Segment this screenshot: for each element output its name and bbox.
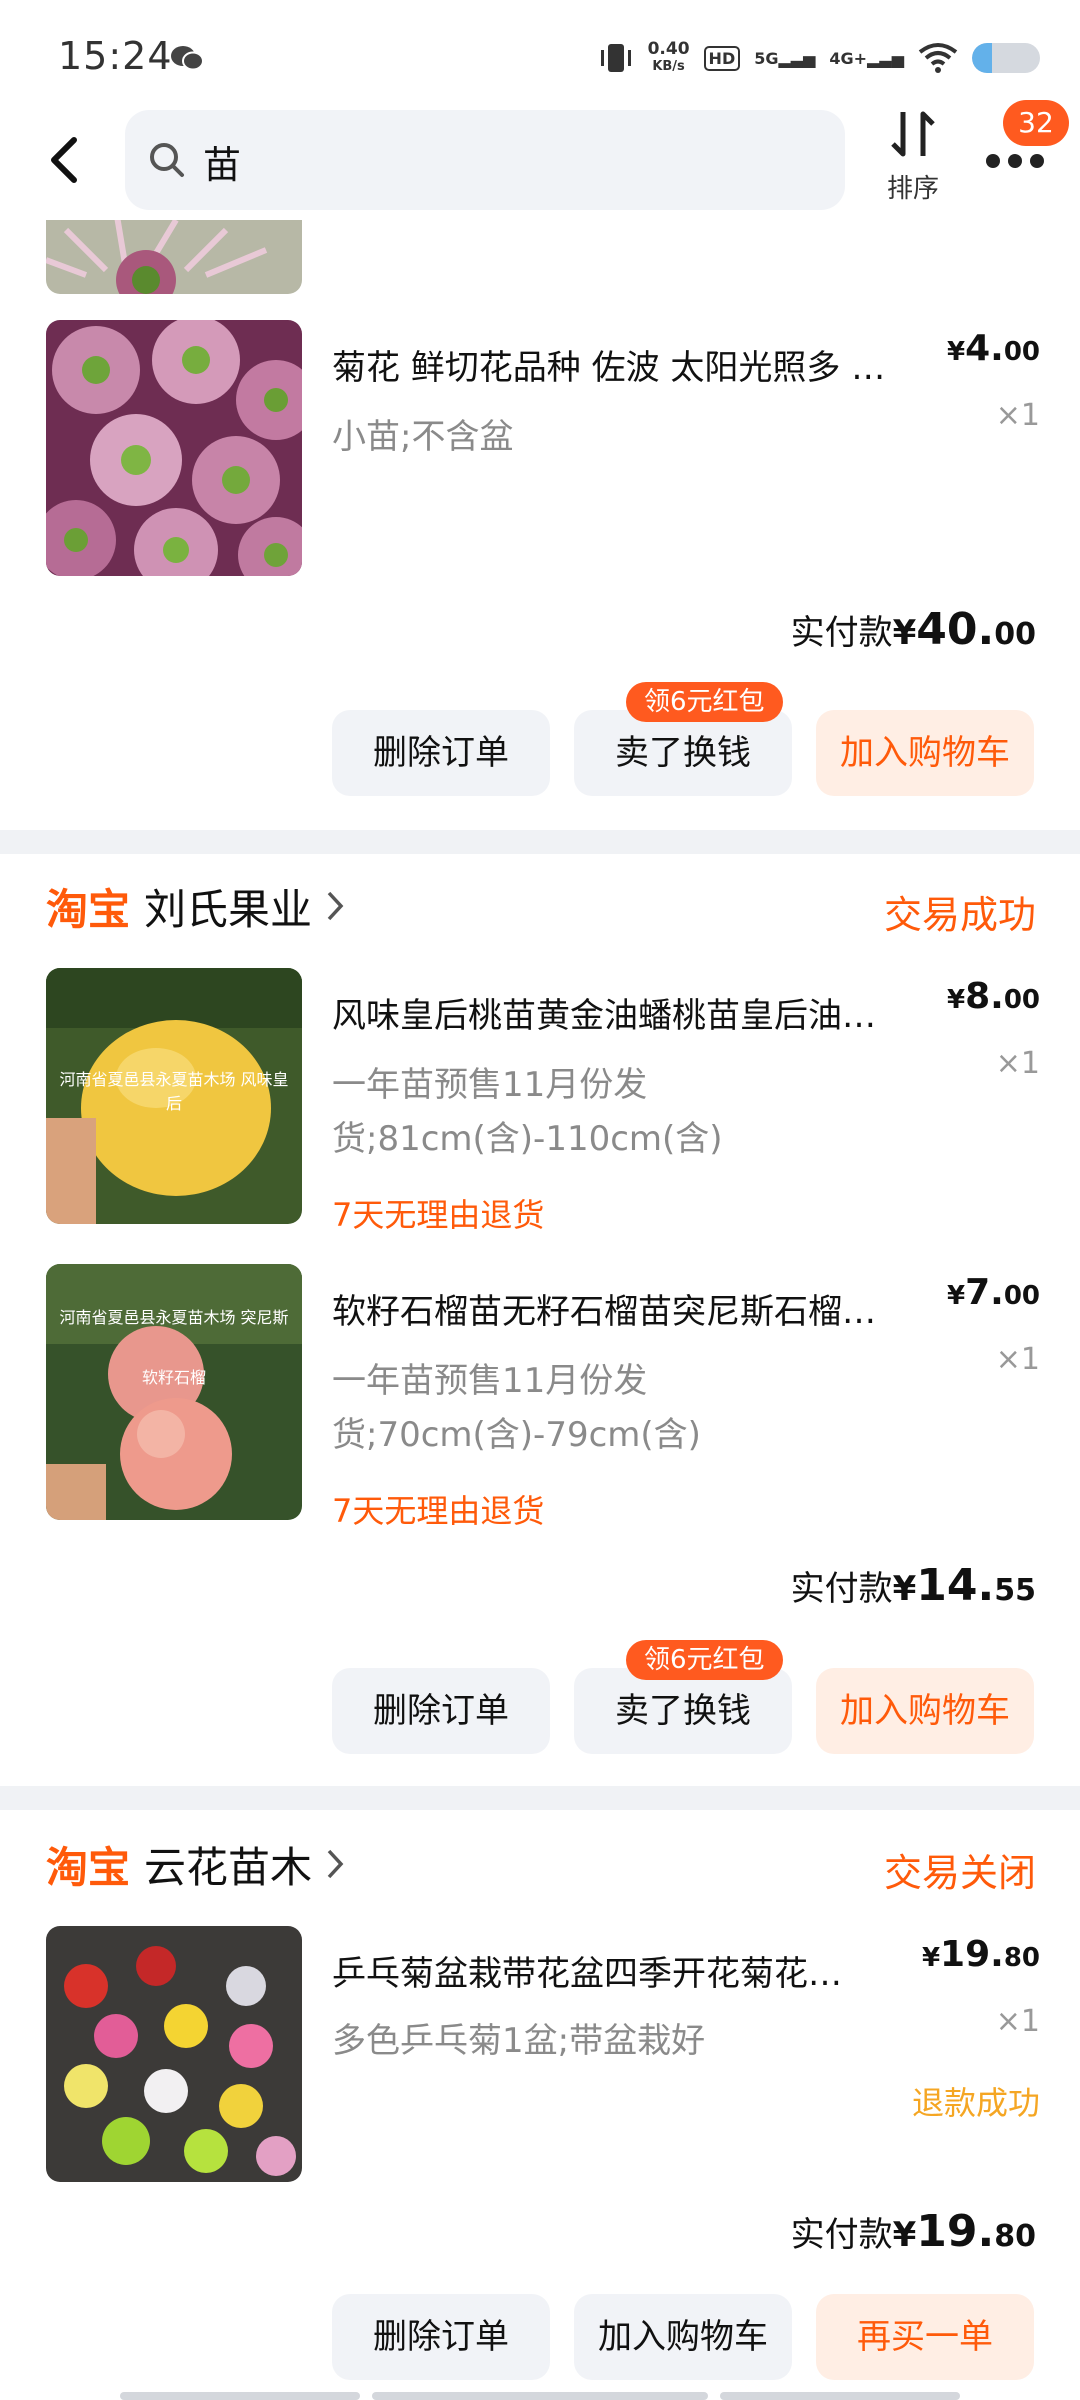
product-thumbnail[interactable]: 河南省夏邑县永夏苗木场 风味皇后 bbox=[46, 968, 302, 1224]
shop-name[interactable]: 刘氏果业 bbox=[144, 876, 312, 937]
wechat-icon bbox=[171, 46, 204, 71]
sort-label: 排序 bbox=[886, 174, 939, 204]
order-status: 交易成功 bbox=[883, 893, 1036, 937]
battery-level bbox=[972, 43, 993, 73]
product-title[interactable]: 软籽石榴苗无籽石榴苗突尼斯石榴… bbox=[332, 1284, 932, 1333]
return-policy-tag: 7天无理由退货 bbox=[332, 1196, 545, 1234]
product-spec: 多色乒乓菊1盆;带盆栽好 bbox=[332, 2021, 706, 2061]
more-options-icon[interactable] bbox=[982, 140, 1048, 180]
thumbnail-caption: 河南省夏邑县永夏苗木场 风味皇后 bbox=[59, 1070, 289, 1113]
shop-name[interactable]: 云花苗木 bbox=[144, 1834, 312, 1895]
red-packet-badge: 领6元红包 bbox=[626, 682, 783, 722]
order-status: 交易关闭 bbox=[883, 1851, 1036, 1895]
product-thumbnail[interactable]: 河南省夏邑县永夏苗木场 突尼斯软籽石榴 bbox=[46, 1264, 302, 1520]
taobao-logo: 淘宝 bbox=[46, 884, 131, 934]
hd-voice-icon: HD bbox=[703, 45, 741, 71]
order-divider bbox=[0, 1786, 1080, 1810]
product-quantity: ×1 bbox=[995, 398, 1040, 433]
product-spec: 一年苗预售11月份发货;81cm(含)-110cm(含) bbox=[332, 1065, 723, 1159]
add-to-cart-button[interactable]: 加入购物车 bbox=[816, 710, 1034, 796]
shop-header[interactable]: 淘宝 云花苗木 bbox=[46, 1834, 346, 1894]
shop-header[interactable]: 淘宝 刘氏果业 bbox=[46, 876, 346, 936]
amount-paid: 实付款¥14.55 bbox=[790, 1560, 1036, 1611]
search-query: 苗 bbox=[203, 143, 242, 187]
back-icon[interactable] bbox=[40, 130, 90, 190]
gesture-bar bbox=[720, 2392, 960, 2400]
product-thumbnail[interactable] bbox=[46, 320, 302, 576]
taobao-logo: 淘宝 bbox=[46, 1842, 131, 1892]
red-packet-badge: 领6元红包 bbox=[626, 1640, 783, 1680]
vibrate-icon bbox=[600, 44, 631, 72]
sort-icon bbox=[891, 111, 935, 157]
signal-4g-icon: 4G+▂▃▅ bbox=[829, 48, 904, 68]
status-time: 15:24 bbox=[58, 34, 173, 78]
chevron-right-icon bbox=[327, 1849, 344, 1879]
order-divider bbox=[0, 830, 1080, 854]
product-price: ¥8.00 bbox=[946, 976, 1040, 1017]
battery-icon bbox=[972, 43, 1040, 73]
add-to-cart-button[interactable]: 加入购物车 bbox=[816, 1668, 1034, 1754]
status-icons: 0.40 KB/s HD 5G▂▃▅ 4G+▂▃▅ bbox=[598, 36, 1040, 80]
add-to-cart-button[interactable]: 加入购物车 bbox=[574, 2294, 792, 2380]
network-speed: 0.40 KB/s bbox=[647, 39, 690, 74]
amount-paid: 实付款¥40.00 bbox=[790, 604, 1036, 655]
search-header: 苗 排序 32 bbox=[0, 100, 1080, 220]
status-bar: 15:24 0.40 KB/s HD 5G▂▃▅ 4G+▂▃▅ bbox=[0, 0, 1080, 100]
refund-status[interactable]: 退款成功 bbox=[912, 2078, 1040, 2124]
resell-button[interactable]: 卖了换钱 bbox=[574, 710, 792, 796]
product-spec: 小苗;不含盆 bbox=[332, 417, 514, 457]
search-input[interactable]: 苗 bbox=[125, 110, 845, 210]
search-icon bbox=[150, 143, 184, 177]
product-title[interactable]: 风味皇后桃苗黄金油蟠桃苗皇后油… bbox=[332, 988, 932, 1037]
gesture-bar bbox=[120, 2392, 360, 2400]
product-quantity: ×1 bbox=[995, 2004, 1040, 2039]
product-spec: 一年苗预售11月份发货;70cm(含)-79cm(含) bbox=[332, 1361, 701, 1455]
product-quantity: ×1 bbox=[995, 1342, 1040, 1377]
buy-again-button[interactable]: 再买一单 bbox=[816, 2294, 1034, 2380]
product-thumbnail[interactable] bbox=[46, 1926, 302, 2182]
product-price: ¥7.00 bbox=[946, 1272, 1040, 1313]
product-quantity: ×1 bbox=[995, 1046, 1040, 1081]
amount-paid: 实付款¥19.80 bbox=[790, 2206, 1036, 2257]
thumbnail-caption: 河南省夏邑县永夏苗木场 突尼斯软籽石榴 bbox=[59, 1308, 289, 1387]
delete-order-button[interactable]: 删除订单 bbox=[332, 710, 550, 796]
resell-button[interactable]: 卖了换钱 bbox=[574, 1668, 792, 1754]
product-title[interactable]: 乒乓菊盆栽带花盆四季开花菊花… bbox=[332, 1946, 892, 1995]
delete-order-button[interactable]: 删除订单 bbox=[332, 2294, 550, 2380]
product-title[interactable]: 菊花 鲜切花品种 佐波 太阳光照多 … bbox=[332, 340, 932, 389]
chevron-right-icon bbox=[327, 891, 344, 921]
product-price: ¥4.00 bbox=[946, 328, 1040, 369]
sort-button[interactable]: 排序 bbox=[878, 106, 948, 206]
return-policy-tag: 7天无理由退货 bbox=[332, 1492, 545, 1530]
notification-badge: 32 bbox=[1003, 100, 1069, 146]
wifi-icon bbox=[918, 43, 958, 73]
gesture-bar bbox=[372, 2392, 708, 2400]
product-price: ¥19.80 bbox=[921, 1934, 1040, 1975]
signal-5g-icon: 5G▂▃▅ bbox=[754, 48, 816, 68]
delete-order-button[interactable]: 删除订单 bbox=[332, 1668, 550, 1754]
